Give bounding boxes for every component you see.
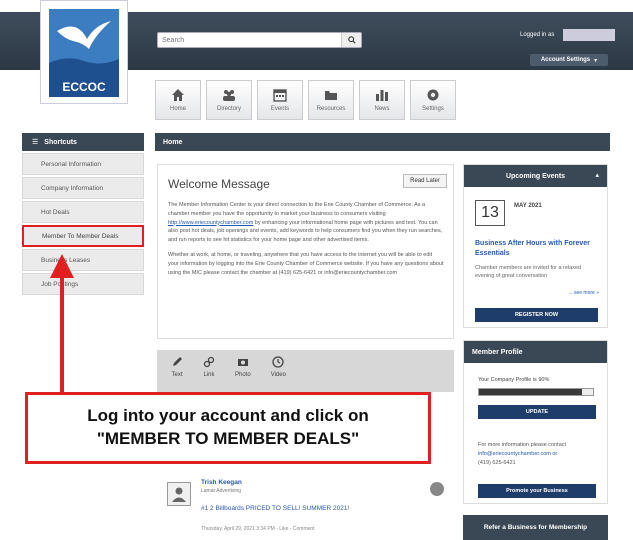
member-profile-header: Member Profile xyxy=(464,341,607,363)
events-icon xyxy=(273,89,287,102)
welcome-panel: Welcome Message Read Later The Member In… xyxy=(157,164,454,339)
link-icon xyxy=(203,356,215,368)
post-text[interactable]: #1 2 Billboards PRICED TO SELL! SUMMER 2… xyxy=(201,505,349,512)
menu-icon: ☰ xyxy=(32,139,39,146)
nav-directory[interactable]: Directory xyxy=(206,80,252,120)
sidebar-item-hot-deals[interactable]: Hot Deals xyxy=(22,201,144,223)
avatar[interactable] xyxy=(167,482,191,506)
profile-contact-text: For more information please contact xyxy=(478,442,567,448)
upcoming-events-header: Upcoming Events ▴ xyxy=(464,165,607,187)
post-tools: Text Link Photo Video xyxy=(157,350,454,392)
post-video-label: Video xyxy=(270,372,286,378)
upcoming-events-title: Upcoming Events xyxy=(505,172,566,180)
callout-line-2: "MEMBER TO MEMBER DEALS" xyxy=(96,429,360,448)
breadcrumb: Home xyxy=(155,133,610,151)
welcome-body: The Member Information Center is your di… xyxy=(168,201,444,283)
profile-contact-phone: (419) 625-6421 xyxy=(478,459,516,466)
post-options-icon[interactable] xyxy=(430,482,444,496)
settings-icon xyxy=(427,89,439,101)
search-button[interactable] xyxy=(341,33,361,47)
logged-in-user xyxy=(563,29,615,41)
welcome-title: Welcome Message xyxy=(168,177,270,191)
nav-home-label: Home xyxy=(169,106,186,112)
sidebar-item-company-information[interactable]: Company Information xyxy=(22,177,144,199)
feed-post: Trish Keegan Lamar Advertising #1 2 Bill… xyxy=(157,470,454,540)
refer-business-button[interactable]: Refer a Business for Membership xyxy=(463,515,608,540)
read-later-button[interactable]: Read Later xyxy=(403,174,447,188)
event-month-year: MAY 2021 xyxy=(514,203,542,209)
search-input[interactable] xyxy=(158,33,338,47)
nav-settings[interactable]: Settings xyxy=(410,80,456,120)
instruction-callout: Log into your account and click on "MEMB… xyxy=(25,392,431,464)
upcoming-events-panel: Upcoming Events ▴ 13 MAY 2021 Business A… xyxy=(463,164,608,328)
search-icon xyxy=(347,36,356,44)
nav-news[interactable]: News xyxy=(359,80,405,120)
update-profile-button[interactable]: UPDATE xyxy=(478,405,596,419)
nav-settings-label: Settings xyxy=(422,106,444,112)
nav-news-label: News xyxy=(374,106,390,112)
post-photo-label: Photo xyxy=(235,372,251,378)
post-video-tool[interactable]: Video xyxy=(271,356,286,392)
camera-icon xyxy=(237,359,248,366)
profile-progress-bar xyxy=(478,388,594,396)
welcome-paragraph-1: The Member Information Center is your di… xyxy=(168,201,444,245)
news-icon xyxy=(376,90,388,101)
main-nav: Home Directory Events Resources News Set… xyxy=(155,80,456,122)
pencil-icon xyxy=(173,357,182,366)
video-icon xyxy=(272,356,284,368)
member-profile-title: Member Profile xyxy=(472,348,523,356)
directory-icon xyxy=(223,90,235,101)
member-profile-panel: Member Profile Your Company Profile is 9… xyxy=(463,340,608,504)
nav-home[interactable]: Home xyxy=(155,80,201,120)
event-see-more-link[interactable]: ... see more » xyxy=(568,290,599,296)
sidebar-item-business-leases[interactable]: Business Leases xyxy=(22,249,144,271)
breadcrumb-home[interactable]: Home xyxy=(163,139,182,146)
nav-events-label: Events xyxy=(270,106,290,112)
nav-directory-label: Directory xyxy=(216,106,241,112)
post-author[interactable]: Trish Keegan xyxy=(201,479,242,486)
shortcuts-sidebar: ☰ Shortcuts Personal Information Company… xyxy=(22,133,144,295)
chevron-down-icon: ▾ xyxy=(594,57,598,64)
account-settings-label: Account Settings xyxy=(540,57,591,63)
welcome-paragraph-2: Whether at work, at home, or traveling, … xyxy=(168,251,444,276)
event-day: 13 xyxy=(475,200,505,226)
post-text-label: Text xyxy=(171,372,183,378)
sidebar-item-job-postings[interactable]: Job Postings xyxy=(22,273,144,295)
nav-events[interactable]: Events xyxy=(257,80,303,120)
chamber-logo[interactable]: ECCOC xyxy=(40,0,128,104)
nav-resources-label: Resources xyxy=(316,106,346,112)
post-text-tool[interactable]: Text xyxy=(171,356,183,392)
post-link-tool[interactable]: Link xyxy=(203,356,215,392)
post-link-label: Link xyxy=(203,372,215,378)
promote-business-button[interactable]: Promote your Business xyxy=(478,484,596,498)
logo-text: ECCOC xyxy=(49,77,119,97)
callout-line-1: Log into your account and click on xyxy=(87,406,369,426)
nav-resources[interactable]: Resources xyxy=(308,80,354,120)
event-title[interactable]: Business After Hours with Forever Essent… xyxy=(475,239,600,259)
account-settings-button[interactable]: Account Settings ▾ xyxy=(530,54,608,66)
chevron-up-icon[interactable]: ▴ xyxy=(595,171,599,179)
post-photo-tool[interactable]: Photo xyxy=(235,356,251,392)
shortcuts-title: Shortcuts xyxy=(44,138,77,146)
search-box[interactable] xyxy=(157,32,362,48)
register-now-button[interactable]: REGISTER NOW xyxy=(475,308,598,322)
shortcuts-header: ☰ Shortcuts xyxy=(22,133,144,151)
welcome-text-1a: The Member Information Center is your di… xyxy=(168,202,426,217)
profile-completion-text: Your Company Profile is 90% xyxy=(478,377,550,383)
logged-in-label: Logged in as xyxy=(520,32,555,38)
sidebar-item-personal-information[interactable]: Personal Information xyxy=(22,153,144,175)
seagull-logo-icon xyxy=(49,9,119,77)
folder-icon xyxy=(325,91,337,100)
chamber-site-link[interactable]: http://www.eriecountychamber.com xyxy=(168,220,253,226)
event-description: Chamber members are invited for a relaxe… xyxy=(475,265,582,280)
profile-contact-email[interactable]: info@eriecountychamber.com or xyxy=(478,450,598,459)
home-icon xyxy=(172,89,184,101)
post-subtitle[interactable]: Lamar Advertising xyxy=(201,488,241,494)
user-icon xyxy=(172,487,186,502)
sidebar-item-member-to-member-deals[interactable]: Member To Member Deals xyxy=(22,225,144,247)
post-meta: Thursday, April 29, 2021 3:34 PM - Like … xyxy=(201,526,315,532)
profile-contact-info: For more information please contact info… xyxy=(478,441,598,467)
profile-progress-fill xyxy=(479,389,582,395)
